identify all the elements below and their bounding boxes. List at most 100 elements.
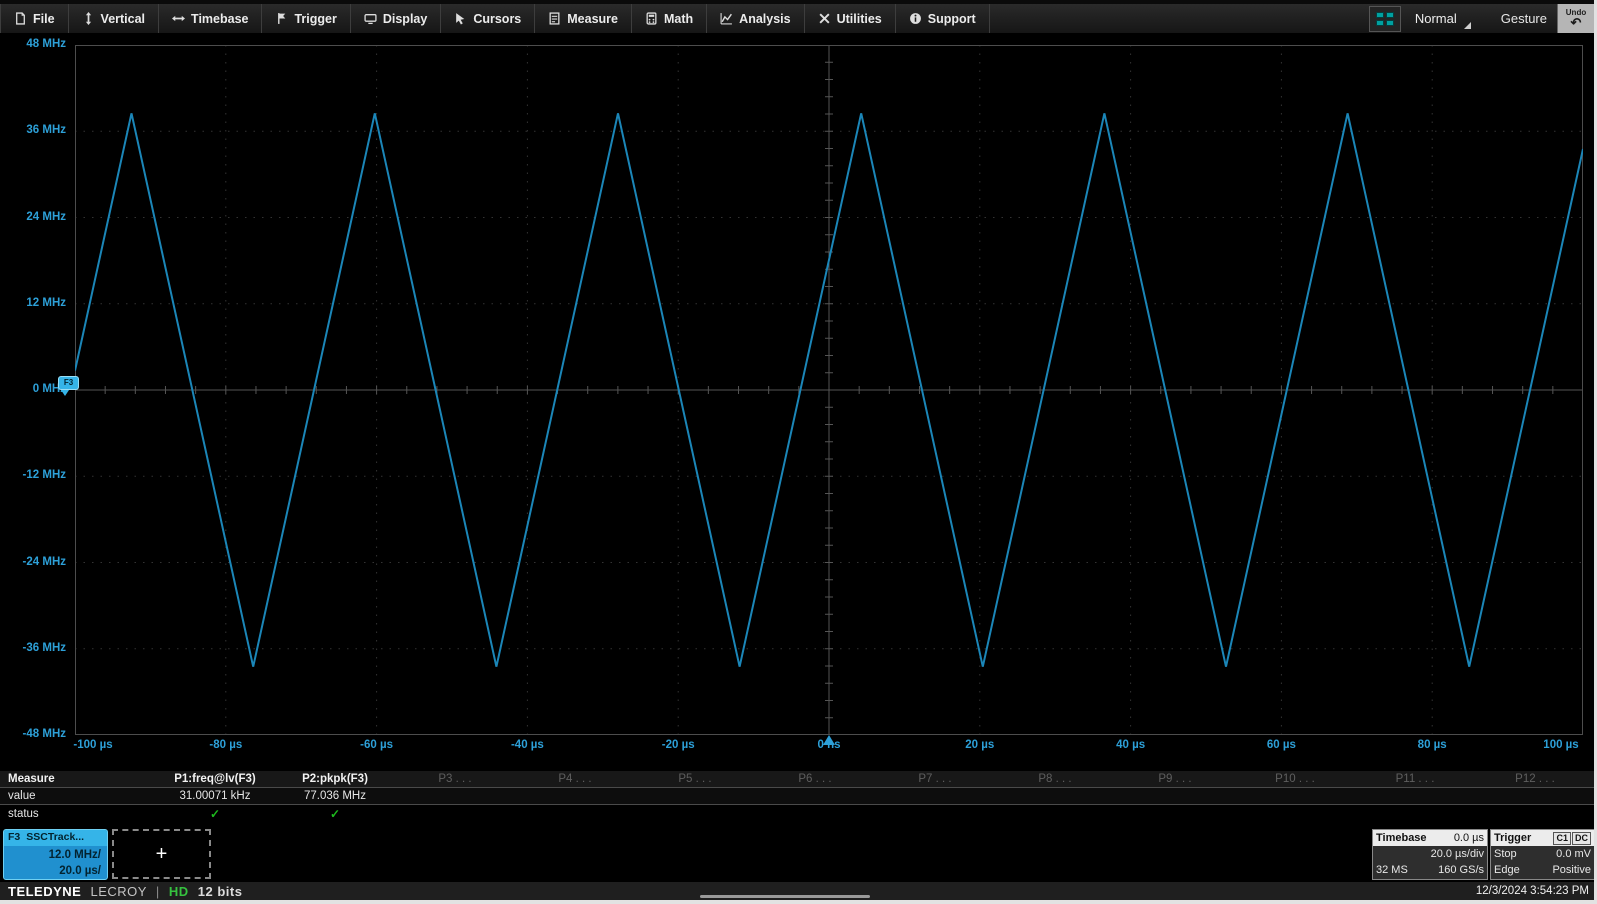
- trigger-header: Trigger C1 DC: [1491, 830, 1594, 846]
- trigger-box[interactable]: Trigger C1 DC Stop 0.0 mV Edge Positive: [1490, 829, 1595, 880]
- file-icon: [14, 12, 27, 25]
- menu-item-support[interactable]: Support: [896, 4, 990, 33]
- quad-grid-icon: [1376, 12, 1394, 26]
- x-axis-tick-label: 40 µs: [1116, 739, 1145, 751]
- timebase-title: Timebase: [1376, 832, 1427, 844]
- brand-logo: TELEDYNE LECROY | HD 12 bits: [8, 884, 242, 899]
- menu-item-cursors[interactable]: Cursors: [441, 4, 535, 33]
- menu-items: File Vertical Timebase Trigger Display Cursor…: [0, 4, 990, 33]
- y-axis-tick-label: 0 MHz: [0, 383, 66, 395]
- list-icon: [548, 12, 561, 25]
- measure-column-header[interactable]: P8 . . .: [995, 771, 1115, 788]
- view-mode-label: Normal: [1415, 11, 1457, 26]
- measure-column-header[interactable]: P5 . . .: [635, 771, 755, 788]
- menu-item-label: Cursors: [473, 12, 521, 26]
- datetime-display: 12/3/2024 3:54:23 PM: [1476, 885, 1589, 897]
- f3-descriptor-body: 12.0 MHz/ 20.0 µs/: [4, 846, 107, 879]
- y-axis-tick-label: 24 MHz: [0, 211, 66, 223]
- pointer-icon: [454, 12, 467, 25]
- menu-item-timebase[interactable]: Timebase: [159, 4, 262, 33]
- measure-column-header[interactable]: P4 . . .: [515, 771, 635, 788]
- menu-item-trigger[interactable]: Trigger: [262, 4, 350, 33]
- brand-lecroy: LECROY: [90, 884, 146, 899]
- vertical-arrows-icon: [82, 12, 95, 25]
- menu-item-utilities[interactable]: Utilities: [805, 4, 896, 33]
- menu-item-label: Vertical: [101, 12, 145, 26]
- f3-trace-indicator[interactable]: F3: [58, 376, 79, 390]
- trigger-slope: Positive: [1552, 864, 1591, 876]
- measure-column-header[interactable]: P1:freq@lv(F3): [155, 771, 275, 788]
- brand-separator: |: [156, 884, 160, 899]
- measure-value: [1235, 788, 1355, 805]
- f3-descriptor-box[interactable]: F3SSCTrack... 12.0 MHz/ 20.0 µs/: [3, 829, 108, 880]
- waveform-display[interactable]: [75, 45, 1583, 735]
- plus-icon: +: [156, 843, 168, 866]
- measure-status: [515, 805, 635, 822]
- gesture-button[interactable]: Gesture: [1501, 11, 1547, 26]
- menu-item-measure[interactable]: Measure: [535, 4, 632, 33]
- measure-table: MeasureP1:freq@lv(F3)P2:pkpk(F3)P3 . . .…: [0, 771, 1597, 823]
- trigger-type-row: Edge Positive: [1491, 862, 1594, 878]
- measure-value: [1475, 788, 1595, 805]
- menu-item-display[interactable]: Display: [351, 4, 441, 33]
- brand-teledyne: TELEDYNE: [8, 884, 81, 899]
- view-mode-dropdown[interactable]: Normal: [1407, 7, 1473, 30]
- bits-label: 12 bits: [198, 884, 243, 899]
- measure-column-header[interactable]: P11 . . .: [1355, 771, 1475, 788]
- measure-column-header[interactable]: P9 . . .: [1115, 771, 1235, 788]
- x-axis-tick-label: -80 µs: [209, 739, 242, 751]
- measure-column-header[interactable]: P12 . . .: [1475, 771, 1595, 788]
- oscilloscope-app: File Vertical Timebase Trigger Display Cursor…: [0, 0, 1597, 904]
- value-row-label: value: [0, 788, 155, 805]
- menu-item-label: Timebase: [191, 12, 248, 26]
- undo-button[interactable]: Undo ↶: [1557, 4, 1594, 33]
- measure-value: [995, 788, 1115, 805]
- y-axis-tick-label: -36 MHz: [0, 642, 66, 654]
- menu-item-label: Utilities: [837, 12, 882, 26]
- hd-label: HD: [169, 884, 189, 899]
- chart-icon: [720, 12, 733, 25]
- menu-item-label: Display: [383, 12, 427, 26]
- menu-item-file[interactable]: File: [0, 4, 69, 33]
- undo-arrow-icon: ↶: [1571, 16, 1582, 29]
- measure-value: [1355, 788, 1475, 805]
- timebase-sampling-row: 32 MS 160 GS/s: [1373, 862, 1487, 878]
- timebase-scale-row: 20.0 µs/div: [1373, 846, 1487, 862]
- measure-status: [395, 805, 515, 822]
- trigger-position-marker[interactable]: [823, 735, 835, 745]
- bottom-scroll-handle[interactable]: [700, 895, 870, 898]
- menu-item-label: Trigger: [294, 12, 336, 26]
- measure-column-header[interactable]: P6 . . .: [755, 771, 875, 788]
- grid-view-button[interactable]: [1369, 6, 1401, 32]
- menu-item-analysis[interactable]: Analysis: [707, 4, 804, 33]
- measure-value: [755, 788, 875, 805]
- x-axis-tick-label: 100 µs: [1543, 739, 1578, 751]
- dropdown-corner-icon: [1464, 22, 1471, 29]
- menu-item-math[interactable]: Math: [632, 4, 707, 33]
- f3-horizontal-scale: 20.0 µs/: [4, 863, 101, 879]
- menu-bar: File Vertical Timebase Trigger Display Cursor…: [0, 0, 1594, 33]
- x-axis-tick-label: -20 µs: [662, 739, 695, 751]
- measure-column-header[interactable]: P10 . . .: [1235, 771, 1355, 788]
- measure-column-header[interactable]: P7 . . .: [875, 771, 995, 788]
- measure-column-header[interactable]: P2:pkpk(F3): [275, 771, 395, 788]
- measure-status: [1475, 805, 1595, 822]
- x-axis-tick-label: -40 µs: [511, 739, 544, 751]
- trigger-level: 0.0 mV: [1556, 848, 1591, 860]
- measure-status: [995, 805, 1115, 822]
- add-trace-button[interactable]: +: [112, 829, 211, 879]
- x-axis-tick-label: -100 µs: [73, 739, 112, 751]
- trigger-source-badges: C1 DC: [1553, 832, 1591, 845]
- measure-status: [1235, 805, 1355, 822]
- trigger-mode: Stop: [1494, 848, 1517, 860]
- info-icon: [909, 12, 922, 25]
- menu-item-label: Math: [664, 12, 693, 26]
- menu-item-vertical[interactable]: Vertical: [69, 4, 159, 33]
- x-axis-tick-label: 80 µs: [1418, 739, 1447, 751]
- waveform-svg: [75, 45, 1583, 735]
- measure-status: [755, 805, 875, 822]
- timebase-box[interactable]: Timebase 0.0 µs 20.0 µs/div 32 MS 160 GS…: [1372, 829, 1488, 880]
- horizontal-arrows-icon: [172, 12, 185, 25]
- measure-column-header[interactable]: P3 . . .: [395, 771, 515, 788]
- measure-value: [1115, 788, 1235, 805]
